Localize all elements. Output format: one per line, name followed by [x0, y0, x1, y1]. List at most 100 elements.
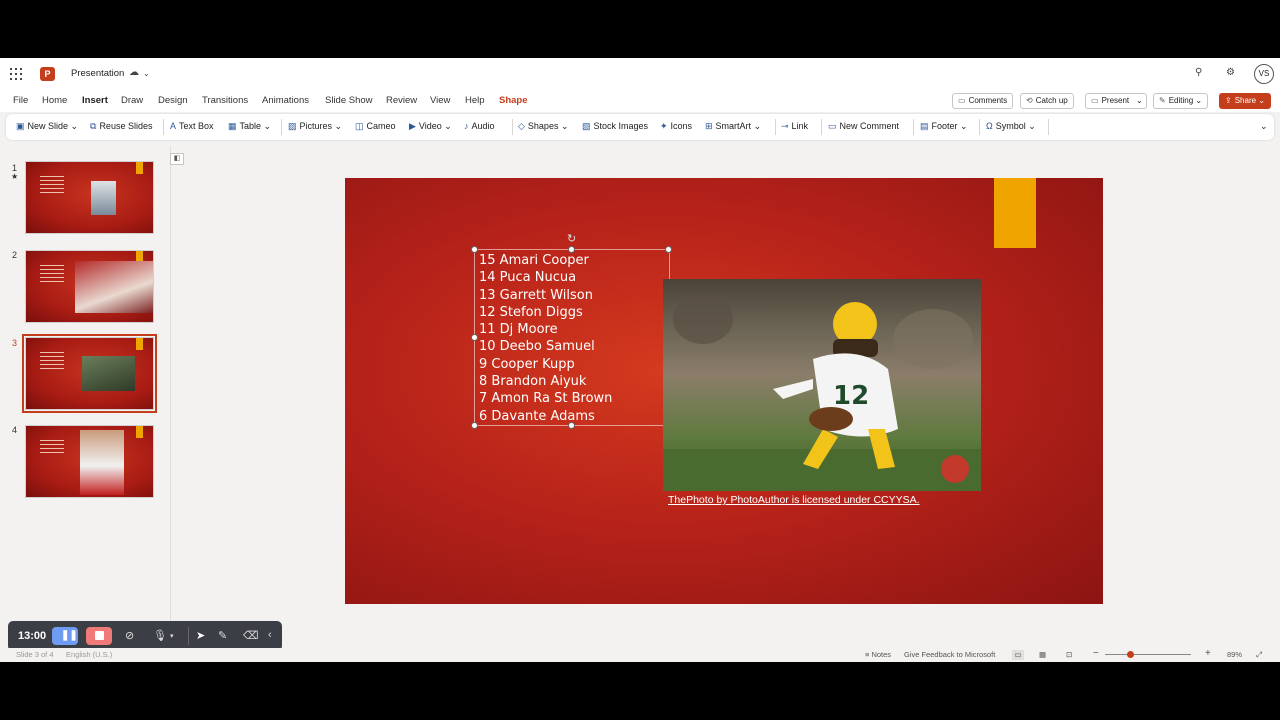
chevron-down-icon[interactable]: ⌄: [143, 69, 150, 78]
slide-thumbnail-2[interactable]: [25, 250, 154, 323]
smartart-icon: ⊞: [705, 121, 713, 131]
thumbnail-picture: [91, 181, 116, 215]
tab-insert[interactable]: Insert: [82, 95, 108, 106]
microphone-icon[interactable]: 🎙: [153, 629, 167, 642]
powerpoint-logo-icon: P: [40, 67, 55, 81]
collapse-chevron-icon[interactable]: ‹: [268, 629, 272, 641]
thumbnail-text-lines: [40, 265, 64, 285]
chevron-down-icon[interactable]: ⌄: [1136, 94, 1143, 108]
video-button[interactable]: ▶ Video ⌄: [409, 121, 452, 132]
slide-accent-bar[interactable]: [994, 178, 1036, 248]
slide-thumbnail-3[interactable]: [22, 334, 157, 413]
pause-button[interactable]: ❚❚: [52, 627, 78, 645]
photo-credit-link[interactable]: ThePhoto by PhotoAuthor is licensed unde…: [668, 494, 920, 506]
player-list-textbox[interactable]: 15 Amari Cooper 14 Puca Nucua 13 Garrett…: [479, 252, 639, 425]
list-item: 11 Dj Moore: [479, 322, 558, 338]
slide-sorter-icon[interactable]: ▦: [1039, 650, 1046, 659]
chevron-down-icon[interactable]: ▾: [170, 632, 174, 640]
cameo-button[interactable]: ◫ Cameo: [355, 121, 396, 132]
recorder-divider: [188, 627, 189, 645]
new-slide-button[interactable]: ▣ New Slide ⌄: [16, 121, 78, 132]
thumbnail-text-lines: [40, 352, 64, 372]
text-box-icon: A: [170, 121, 177, 131]
present-button[interactable]: ▭ Present ⌄: [1085, 93, 1147, 109]
photo-illustration: 12: [663, 294, 981, 491]
audio-button[interactable]: ♪ Audio: [464, 121, 495, 131]
search-icon[interactable]: ⚲: [1195, 67, 1202, 78]
powerpoint-window: P Presentation ☁ ⌄ ⚲ ⚙ VS File Home Inse…: [0, 58, 1280, 662]
tab-transitions[interactable]: Transitions: [202, 95, 248, 106]
eraser-icon[interactable]: ⌫: [243, 629, 259, 642]
ribbon-divider: [512, 119, 513, 135]
notes-button[interactable]: ≡ Notes: [865, 650, 891, 659]
list-item: 9 Cooper Kupp: [479, 356, 575, 372]
camera-off-icon[interactable]: ⊘: [125, 629, 134, 642]
tab-home[interactable]: Home: [42, 95, 67, 106]
tab-animations[interactable]: Animations: [262, 95, 309, 106]
comments-button[interactable]: ▭ Comments: [952, 93, 1014, 109]
pictures-button[interactable]: ▨ Pictures ⌄: [288, 121, 342, 132]
slide-thumbnail-4[interactable]: [25, 425, 154, 498]
zoom-slider-thumb[interactable]: [1127, 651, 1134, 658]
tab-shape[interactable]: Shape: [499, 95, 528, 106]
ribbon-expand-chevron-icon[interactable]: ⌄: [1260, 121, 1268, 132]
resize-handle[interactable]: [471, 422, 478, 429]
pane-toggle-icon[interactable]: ◧: [170, 153, 184, 165]
slide-thumbnail-1[interactable]: [25, 161, 154, 234]
stock-images-button[interactable]: ▧ Stock Images: [582, 121, 648, 132]
resize-handle[interactable]: [471, 334, 478, 341]
slide-number: 4: [12, 425, 18, 435]
link-button[interactable]: ⊸ Link: [781, 121, 808, 132]
slide-canvas[interactable]: ↻ 15 Amari Cooper 14 Puca Nucua 13 Garre…: [345, 178, 1103, 604]
app-launcher-icon[interactable]: [10, 68, 22, 80]
feedback-link[interactable]: Give Feedback to Microsoft: [904, 650, 995, 659]
tab-help[interactable]: Help: [465, 95, 485, 106]
smartart-button[interactable]: ⊞ SmartArt ⌄: [705, 121, 761, 132]
tab-draw[interactable]: Draw: [121, 95, 143, 106]
icons-icon: ✦: [660, 121, 668, 131]
pane-divider: [170, 146, 171, 646]
rotate-handle-icon[interactable]: ↻: [567, 232, 576, 245]
footer-button[interactable]: ▤ Footer ⌄: [920, 121, 968, 132]
pen-icon[interactable]: ✎: [218, 629, 227, 642]
shapes-icon: ◇: [518, 121, 525, 131]
reuse-slides-button[interactable]: ⧉ Reuse Slides: [90, 121, 152, 132]
language-indicator[interactable]: English (U.S.): [66, 650, 112, 659]
document-title[interactable]: Presentation: [71, 68, 124, 79]
zoom-level[interactable]: 89%: [1227, 650, 1242, 659]
thumbnail-picture: [75, 261, 153, 313]
stock-images-icon: ▧: [582, 121, 591, 131]
shapes-button[interactable]: ◇ Shapes ⌄: [518, 121, 569, 132]
resize-handle[interactable]: [471, 246, 478, 253]
text-box-button[interactable]: A Text Box: [170, 121, 214, 131]
video-icon: ▶: [409, 121, 416, 131]
football-player-photo[interactable]: 12: [663, 279, 981, 491]
stop-button[interactable]: [86, 627, 112, 645]
icons-button[interactable]: ✦ Icons: [660, 121, 692, 132]
pointer-icon[interactable]: ➤: [196, 629, 205, 642]
fit-to-window-icon[interactable]: ⤢: [1256, 650, 1262, 660]
zoom-out-icon[interactable]: −: [1093, 648, 1099, 659]
comment-icon: ▭: [958, 96, 966, 105]
zoom-in-icon[interactable]: +: [1205, 648, 1211, 659]
tab-slide-show[interactable]: Slide Show: [325, 95, 373, 106]
tab-design[interactable]: Design: [158, 95, 188, 106]
symbol-button[interactable]: Ω Symbol ⌄: [986, 121, 1036, 132]
tab-view[interactable]: View: [430, 95, 450, 106]
share-button[interactable]: ⇪ Share ⌄: [1219, 93, 1271, 109]
thumbnail-picture: [82, 356, 135, 391]
resize-handle[interactable]: [665, 246, 672, 253]
editing-mode-button[interactable]: ✎ Editing ⌄: [1153, 93, 1209, 109]
tab-file[interactable]: File: [13, 95, 28, 106]
reading-view-icon[interactable]: ⊡: [1066, 650, 1072, 659]
avatar[interactable]: VS: [1254, 64, 1274, 84]
catch-up-button[interactable]: ⟲ Catch up: [1020, 93, 1074, 109]
normal-view-icon[interactable]: ▭: [1012, 650, 1024, 660]
ribbon-divider: [1048, 119, 1049, 135]
table-button[interactable]: ▦ Table ⌄: [228, 121, 271, 132]
zoom-slider[interactable]: [1105, 654, 1191, 655]
thumbnail-accent-bar: [136, 162, 143, 174]
tab-review[interactable]: Review: [386, 95, 417, 106]
new-comment-button[interactable]: ▭ New Comment: [828, 121, 899, 132]
gear-icon[interactable]: ⚙: [1226, 67, 1235, 78]
